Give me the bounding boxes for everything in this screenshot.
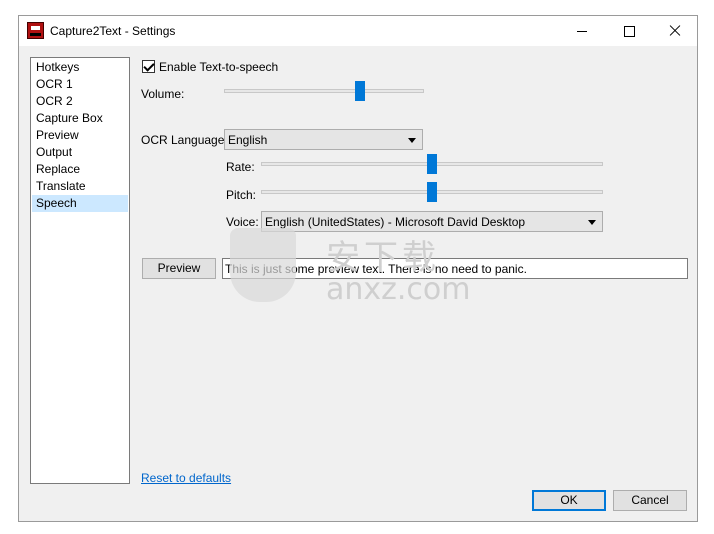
nav-item-preview[interactable]: Preview: [32, 127, 128, 144]
nav-item-hotkeys[interactable]: Hotkeys: [32, 59, 128, 76]
enable-tts-label[interactable]: Enable Text-to-speech: [159, 60, 278, 74]
nav-item-capture-box[interactable]: Capture Box: [32, 110, 128, 127]
ok-button[interactable]: OK: [532, 490, 606, 511]
ocr-language-value: English: [228, 133, 268, 147]
watermark-shield-icon: [230, 228, 296, 302]
settings-category-list[interactable]: Hotkeys OCR 1 OCR 2 Capture Box Preview …: [30, 57, 130, 484]
watermark: 安下载 anxz.com: [230, 228, 471, 308]
pitch-slider-thumb[interactable]: [427, 182, 437, 202]
window-title: Capture2Text - Settings: [50, 24, 176, 38]
chevron-down-icon: [588, 220, 596, 225]
voice-label: Voice:: [226, 215, 259, 229]
watermark-latin-text: anxz.com: [326, 272, 471, 307]
ocr-language-select[interactable]: English: [224, 129, 423, 150]
close-icon: [668, 24, 682, 38]
chevron-down-icon: [408, 138, 416, 143]
nav-item-ocr-1[interactable]: OCR 1: [32, 76, 128, 93]
pitch-label: Pitch:: [226, 188, 257, 202]
minimize-icon: [577, 30, 587, 32]
voice-value: English (UnitedStates) - Microsoft David…: [265, 215, 526, 229]
nav-item-replace[interactable]: Replace: [32, 161, 128, 178]
preview-button[interactable]: Preview: [142, 258, 216, 279]
maximize-icon: [623, 25, 635, 37]
nav-item-ocr-2[interactable]: OCR 2: [32, 93, 128, 110]
maximize-button[interactable]: [606, 16, 652, 46]
rate-slider-thumb[interactable]: [427, 154, 437, 174]
volume-slider-thumb[interactable]: [355, 81, 365, 101]
rate-label: Rate:: [226, 160, 255, 174]
nav-item-translate[interactable]: Translate: [32, 178, 128, 195]
ocr-language-label: OCR Language:: [141, 133, 228, 147]
volume-slider-track[interactable]: [224, 89, 424, 93]
enable-tts-checkbox[interactable]: [142, 60, 155, 73]
nav-item-speech[interactable]: Speech: [32, 195, 128, 212]
cancel-button[interactable]: Cancel: [613, 490, 687, 511]
nav-item-output[interactable]: Output: [32, 144, 128, 161]
volume-label: Volume:: [141, 87, 185, 101]
reset-to-defaults-link[interactable]: Reset to defaults: [141, 471, 231, 485]
minimize-button[interactable]: [559, 16, 605, 46]
app-icon: [27, 22, 44, 39]
close-button[interactable]: [652, 16, 698, 46]
title-bar[interactable]: Capture2Text - Settings: [19, 16, 697, 46]
